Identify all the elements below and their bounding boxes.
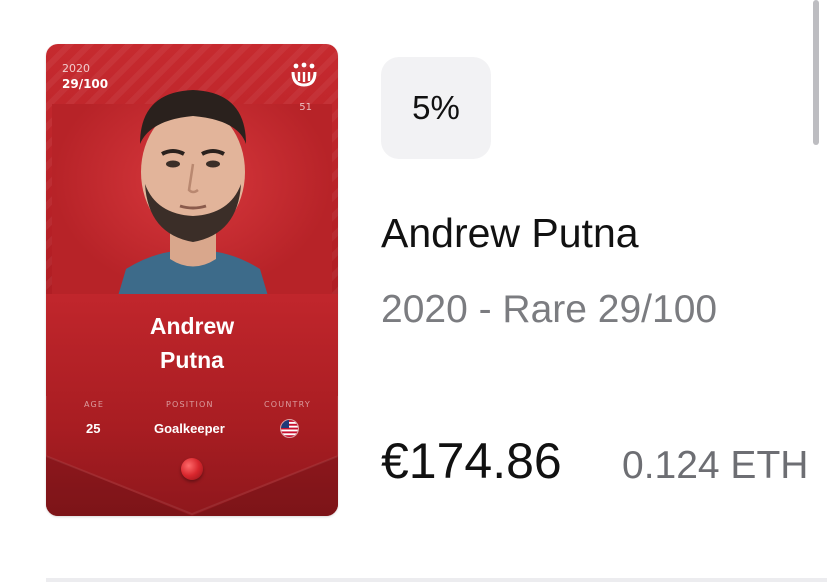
card-serial: 29/100 (62, 77, 109, 91)
age-label: AGE (84, 400, 105, 409)
age-value: 25 (86, 421, 101, 436)
card-chevron-shape (46, 396, 338, 516)
card-season: 2020 (62, 62, 90, 75)
price-eth: 0.124 ETH (622, 444, 809, 487)
player-photo (118, 90, 268, 296)
card-player-name: Andrew Putna (46, 309, 338, 377)
card-edition-subtitle: 2020 - Rare 29/100 (381, 288, 718, 331)
position-label: POSITION (166, 400, 214, 409)
card-rank: 51 (299, 102, 312, 113)
divider (46, 578, 827, 582)
price-eur: €174.86 (381, 433, 562, 489)
scrollbar[interactable] (813, 0, 819, 145)
player-card[interactable]: 2020 29/100 51 Andrew Putna AGE POSITION… (46, 44, 338, 516)
player-name-title[interactable]: Andrew Putna (381, 210, 639, 257)
country-label: COUNTRY (264, 400, 311, 409)
position-value: Goalkeeper (154, 421, 225, 436)
us-flag-icon (280, 419, 299, 438)
card-name-last: Putna (160, 347, 224, 373)
sorare-logo-icon (291, 62, 317, 87)
rarity-ball-icon (181, 458, 203, 480)
percentage-badge: 5% (381, 57, 491, 159)
card-name-first: Andrew (149, 313, 235, 339)
